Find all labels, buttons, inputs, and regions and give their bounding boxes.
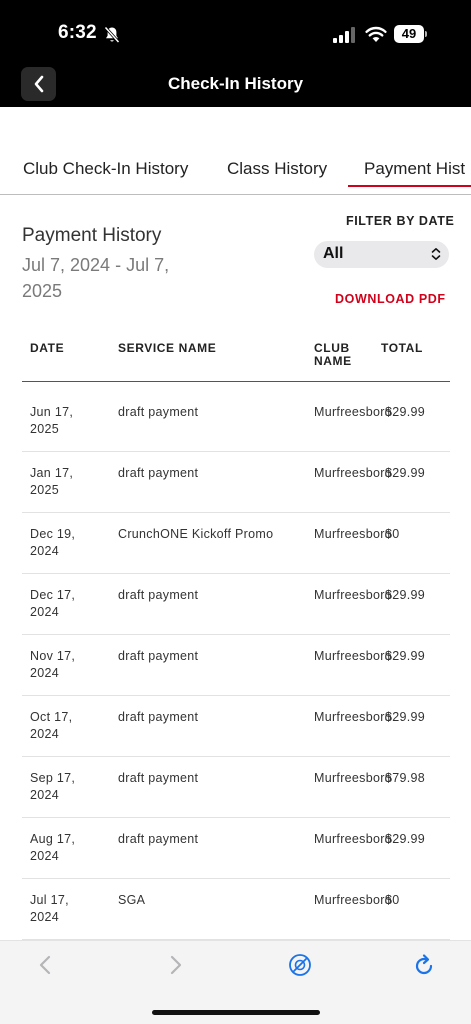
filter-label: FILTER BY DATE bbox=[346, 214, 455, 228]
row-date: Jan 17, 2025 bbox=[30, 466, 74, 497]
row-service: draft payment bbox=[118, 771, 199, 785]
section-title: Payment History bbox=[22, 225, 162, 246]
table-row: Jan 17, 2025 draft payment Murfreesboro … bbox=[22, 452, 450, 513]
row-service: draft payment bbox=[118, 649, 199, 663]
row-date: Dec 19, 2024 bbox=[30, 527, 76, 558]
row-total: $29.99 bbox=[385, 832, 426, 846]
row-total: $0 bbox=[385, 893, 400, 907]
row-date: Nov 17, 2024 bbox=[30, 649, 76, 680]
battery-indicator: 49 bbox=[394, 25, 427, 43]
row-date: Jul 17, 2024 bbox=[30, 893, 69, 924]
status-time: 6:32 bbox=[58, 22, 97, 43]
row-total: $29.99 bbox=[385, 588, 426, 602]
column-header-club: CLUB NAME bbox=[314, 341, 352, 368]
row-date: Sep 17, 2024 bbox=[30, 771, 76, 802]
date-filter-value: All bbox=[323, 245, 344, 262]
row-service: draft payment bbox=[118, 466, 199, 480]
row-club: Murfreesboro bbox=[314, 649, 392, 663]
column-header-service: SERVICE NAME bbox=[118, 341, 217, 355]
table-row: Dec 17, 2024 draft payment Murfreesboro … bbox=[22, 574, 450, 635]
chevron-up-down-icon bbox=[431, 248, 441, 260]
row-total: $29.99 bbox=[385, 405, 426, 419]
row-club: Murfreesboro bbox=[314, 588, 392, 602]
row-date: Oct 17, 2024 bbox=[30, 710, 73, 741]
tab-payment-history[interactable]: Payment Hist bbox=[347, 159, 471, 187]
row-total: $29.99 bbox=[385, 649, 426, 663]
row-club: Murfreesboro bbox=[314, 466, 392, 480]
table-row: Jun 17, 2025 draft payment Murfreesboro … bbox=[22, 391, 450, 452]
row-service: draft payment bbox=[118, 832, 199, 846]
row-date: Jun 17, 2025 bbox=[30, 405, 74, 436]
column-header-date: DATE bbox=[30, 341, 65, 355]
tracking-blocked-icon[interactable] bbox=[288, 953, 312, 977]
row-total: $79.98 bbox=[385, 771, 426, 785]
wifi-icon bbox=[365, 26, 387, 42]
table-header: DATE SERVICE NAME CLUB NAME TOTAL bbox=[22, 336, 450, 382]
battery-tip bbox=[425, 31, 427, 37]
tab-club-check-in-history[interactable]: Club Check-In History bbox=[23, 159, 188, 179]
top-bar: 6:32 49 Check-In History bbox=[0, 0, 471, 107]
date-filter-select[interactable]: All bbox=[314, 241, 449, 268]
table-row: Sep 17, 2024 draft payment Murfreesboro … bbox=[22, 757, 450, 818]
row-club: Murfreesboro bbox=[314, 893, 392, 907]
row-club: Murfreesboro bbox=[314, 771, 392, 785]
battery-level: 49 bbox=[394, 25, 424, 43]
table-row: Aug 17, 2024 draft payment Murfreesboro … bbox=[22, 818, 450, 879]
row-total: $29.99 bbox=[385, 466, 426, 480]
row-service: SGA bbox=[118, 893, 146, 907]
row-service: CrunchONE Kickoff Promo bbox=[118, 527, 274, 541]
home-indicator bbox=[152, 1010, 320, 1015]
reload-icon[interactable] bbox=[412, 953, 436, 977]
row-date: Aug 17, 2024 bbox=[30, 832, 76, 863]
table-row: Jul 17, 2024 SGA Murfreesboro $0 bbox=[22, 879, 450, 940]
table-row: Nov 17, 2024 draft payment Murfreesboro … bbox=[22, 635, 450, 696]
forward-arrow-icon[interactable] bbox=[163, 953, 187, 977]
row-date: Dec 17, 2024 bbox=[30, 588, 76, 619]
tab-class-history[interactable]: Class History bbox=[227, 159, 327, 179]
row-total: $29.99 bbox=[385, 710, 426, 724]
column-header-total: TOTAL bbox=[381, 341, 423, 355]
payment-table: Jun 17, 2025 draft payment Murfreesboro … bbox=[22, 391, 450, 940]
page-title: Check-In History bbox=[167, 74, 304, 93]
download-pdf-link[interactable]: DOWNLOAD PDF bbox=[335, 292, 446, 306]
row-club: Murfreesboro bbox=[314, 710, 392, 724]
row-club: Murfreesboro bbox=[314, 832, 392, 846]
row-service: draft payment bbox=[118, 710, 199, 724]
row-service: draft payment bbox=[118, 588, 199, 602]
row-total: $0 bbox=[385, 527, 400, 541]
row-club: Murfreesboro bbox=[314, 527, 392, 541]
back-arrow-icon[interactable] bbox=[34, 953, 58, 977]
table-row: Oct 17, 2024 draft payment Murfreesboro … bbox=[22, 696, 450, 757]
date-range: Jul 7, 2024 - Jul 7, 2025 bbox=[22, 255, 170, 301]
row-club: Murfreesboro bbox=[314, 405, 392, 419]
bell-muted-icon bbox=[104, 26, 120, 44]
table-row: Dec 19, 2024 CrunchONE Kickoff Promo Mur… bbox=[22, 513, 450, 574]
history-tabs: Club Check-In History Class History Paym… bbox=[0, 150, 471, 195]
row-service: draft payment bbox=[118, 405, 199, 419]
cellular-signal-icon bbox=[333, 27, 355, 43]
